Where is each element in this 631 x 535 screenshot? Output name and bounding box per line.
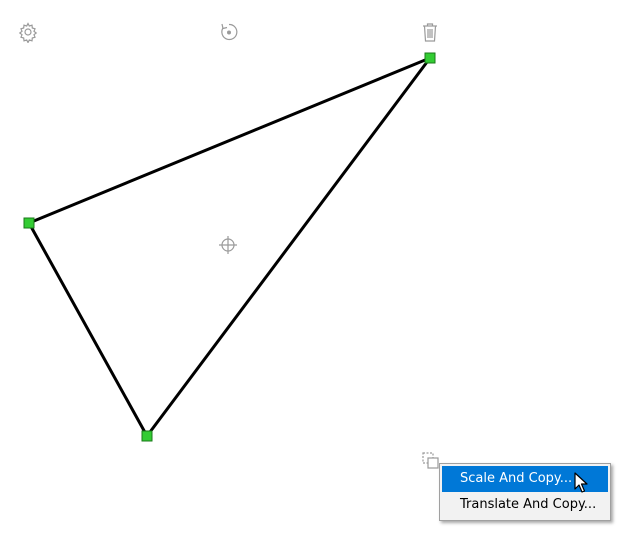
rotate-icon[interactable] xyxy=(218,21,240,43)
trash-icon[interactable] xyxy=(419,21,441,43)
vertex-handle-left[interactable] xyxy=(23,217,35,229)
crosshair-icon[interactable] xyxy=(217,234,239,256)
vertex-handle-top-right[interactable] xyxy=(424,52,436,64)
menu-item-translate-and-copy[interactable]: Translate And Copy... xyxy=(442,492,608,518)
menu-item-scale-and-copy[interactable]: Scale And Copy... xyxy=(442,466,608,492)
context-menu: Scale And Copy... Translate And Copy... xyxy=(439,463,611,521)
vertex-handle-bottom[interactable] xyxy=(141,430,153,442)
gear-icon[interactable] xyxy=(17,21,39,43)
drawing-canvas[interactable] xyxy=(0,0,631,535)
